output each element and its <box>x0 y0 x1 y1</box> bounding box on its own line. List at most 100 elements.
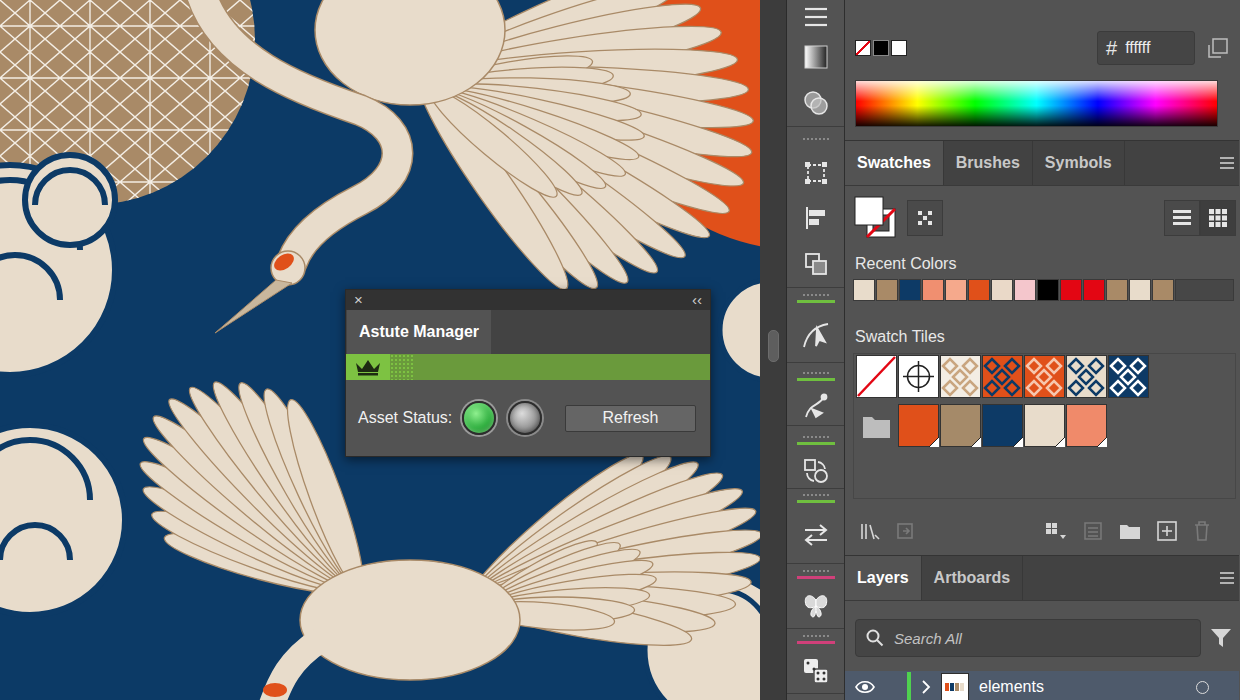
panel-icon-dock <box>787 0 845 700</box>
layer-name[interactable]: elements <box>979 678 1044 696</box>
collapse-button[interactable]: ‹‹ <box>692 291 702 309</box>
path-extend-icon[interactable] <box>787 389 844 425</box>
close-button[interactable]: × <box>354 291 363 309</box>
swap-icon[interactable] <box>787 507 844 563</box>
panel-tab[interactable]: Layers <box>845 556 922 600</box>
recent-color-swatch[interactable] <box>853 279 875 301</box>
swatch-tile[interactable] <box>1024 355 1065 398</box>
panel-menu-icon[interactable] <box>1219 141 1239 185</box>
align-icon[interactable] <box>787 195 844 241</box>
search-icon <box>866 629 884 647</box>
swatches-footer <box>853 511 1236 551</box>
eye-icon[interactable] <box>845 680 885 694</box>
trash-icon[interactable] <box>1192 520 1212 542</box>
recent-color-swatch[interactable] <box>1014 279 1036 301</box>
new-swatch-icon[interactable] <box>1156 520 1178 542</box>
status-lights <box>462 401 542 435</box>
swatch-tile[interactable] <box>940 355 981 398</box>
swatch-tile[interactable] <box>898 355 939 398</box>
swatch-tile[interactable] <box>982 404 1023 447</box>
transparency-icon[interactable] <box>787 80 844 126</box>
transform-icon[interactable] <box>787 151 844 195</box>
dock-grip[interactable] <box>787 126 844 151</box>
dock-grip[interactable] <box>787 628 844 649</box>
swatch-options-icon[interactable] <box>1082 521 1104 541</box>
hex-value[interactable]: ffffff <box>1125 39 1150 57</box>
dock-grip[interactable] <box>787 362 844 389</box>
swatch-tile[interactable] <box>1066 404 1107 447</box>
swatch-tile[interactable] <box>982 355 1023 398</box>
banner-fade <box>390 354 414 380</box>
cloud-left <box>0 155 125 615</box>
dice-icon[interactable] <box>787 649 844 693</box>
panel-tab[interactable]: Swatches <box>845 141 944 185</box>
butterfly-icon[interactable] <box>787 584 844 628</box>
recent-color-swatch[interactable] <box>1083 279 1105 301</box>
fill-stroke-icon[interactable] <box>853 195 899 241</box>
panel-tab[interactable]: Artboards <box>922 556 1023 600</box>
panel-menu-icon[interactable] <box>1219 556 1239 600</box>
recent-color-swatch[interactable] <box>1129 279 1151 301</box>
target-circle-icon[interactable] <box>1196 681 1209 694</box>
recent-color-swatch[interactable] <box>1152 279 1174 301</box>
filter-icon[interactable] <box>1209 627 1233 649</box>
dock-grip[interactable] <box>787 488 844 507</box>
recent-color-swatch[interactable] <box>899 279 921 301</box>
swatch-tile[interactable] <box>856 355 897 398</box>
layers-search[interactable] <box>855 619 1201 657</box>
dock-grip[interactable] <box>787 425 844 454</box>
search-input[interactable] <box>892 629 1190 648</box>
recent-color-swatch[interactable] <box>1060 279 1082 301</box>
recent-color-swatch[interactable] <box>922 279 944 301</box>
app-window: × ‹‹ Astute Manager Asset Status: Refres… <box>0 0 1240 700</box>
recent-color-swatch[interactable] <box>991 279 1013 301</box>
repeat-icon[interactable] <box>787 454 844 488</box>
menu-icon[interactable] <box>787 0 844 34</box>
asset-status-label: Asset Status: <box>358 409 452 427</box>
swatch-tile[interactable] <box>898 404 939 447</box>
panel-tab[interactable]: Symbols <box>1033 141 1125 185</box>
gradient-icon[interactable] <box>787 34 844 80</box>
panel-tab[interactable]: Astute Manager <box>347 310 491 354</box>
swatch-tile[interactable] <box>1066 355 1107 398</box>
layers-list: elements <box>845 657 1239 700</box>
swatch-tile[interactable] <box>1108 355 1149 398</box>
list-view-icon[interactable] <box>1164 200 1200 236</box>
hex-field[interactable]: # ffffff <box>1097 31 1195 65</box>
new-group-icon[interactable] <box>1118 521 1142 541</box>
swatch-tile[interactable] <box>940 404 981 447</box>
fill-stroke-mini-icon[interactable] <box>855 40 907 56</box>
dock-grip[interactable] <box>787 563 844 584</box>
color-panel: # ffffff <box>845 0 1239 140</box>
recent-color-swatch[interactable] <box>1106 279 1128 301</box>
astute-manager-panel[interactable]: × ‹‹ Astute Manager Asset Status: Refres… <box>345 289 711 457</box>
refresh-button[interactable]: Refresh <box>565 405 696 432</box>
swatch-kind-icon[interactable] <box>1044 521 1068 541</box>
panel-header[interactable]: × ‹‹ <box>346 290 710 310</box>
layer-color-bar <box>907 672 911 700</box>
swatch-tile[interactable] <box>856 404 897 447</box>
place-swatch-icon[interactable] <box>895 521 917 541</box>
status-light <box>508 401 542 435</box>
swatch-grid-icon[interactable] <box>907 200 943 236</box>
web-safe-icon[interactable] <box>1195 37 1229 59</box>
color-spectrum[interactable] <box>855 80 1218 127</box>
dock-grip[interactable] <box>787 287 844 308</box>
vectorscribe-corner-icon[interactable] <box>787 308 844 362</box>
layers-tab-bar: LayersArtboards <box>845 555 1239 601</box>
recent-color-swatch[interactable] <box>968 279 990 301</box>
dock-grip[interactable] <box>787 693 844 700</box>
recent-color-swatch[interactable] <box>876 279 898 301</box>
recent-color-swatch[interactable] <box>945 279 967 301</box>
expand-chevron-icon[interactable] <box>911 680 941 694</box>
collapse-handle[interactable] <box>768 330 779 362</box>
recent-color-swatch[interactable] <box>1037 279 1059 301</box>
artboard-canvas[interactable]: × ‹‹ Astute Manager Asset Status: Refres… <box>0 0 760 700</box>
layer-row[interactable]: elements <box>845 671 1239 700</box>
library-icon[interactable] <box>859 521 881 541</box>
pathfinder-icon[interactable] <box>787 241 844 287</box>
grid-view-icon[interactable] <box>1200 200 1236 236</box>
hash-sign: # <box>1106 37 1117 60</box>
swatch-tile[interactable] <box>1024 404 1065 447</box>
panel-tab[interactable]: Brushes <box>944 141 1033 185</box>
